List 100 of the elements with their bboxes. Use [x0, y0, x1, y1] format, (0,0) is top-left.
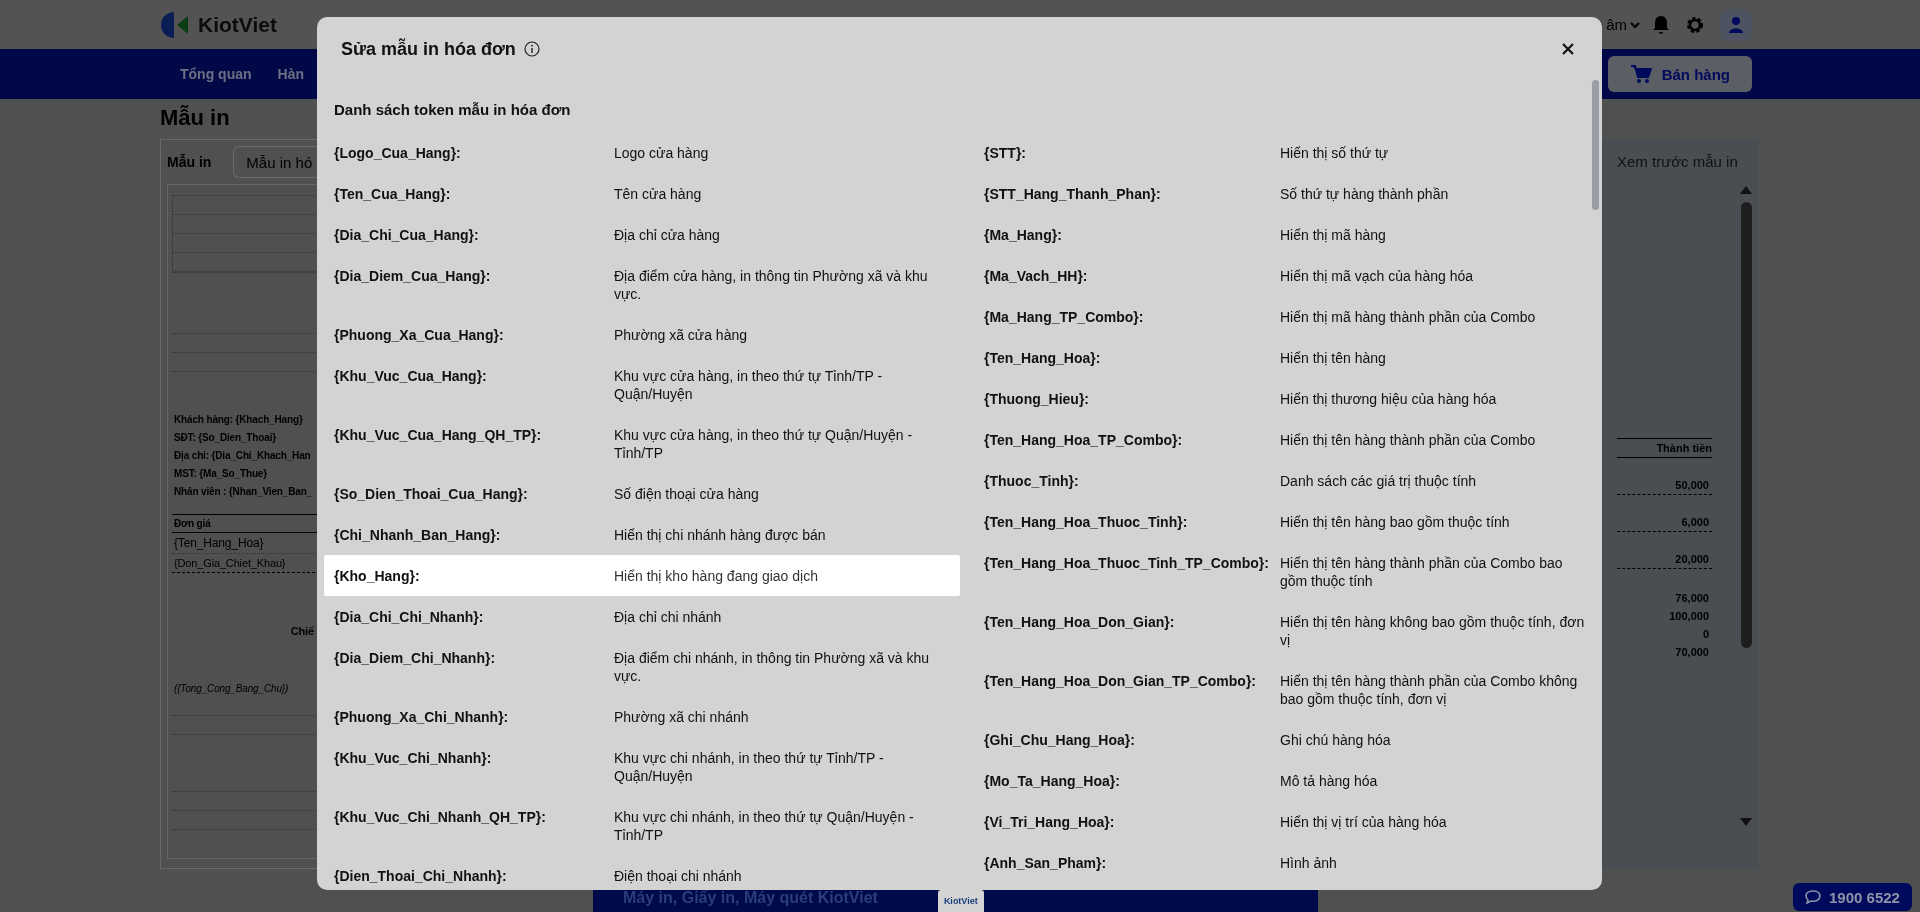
token-row[interactable]: {Ten_Hang_Hoa_Don_Gian}: Hiển thị tên hàng không bao gồm thuộc tính, đơn vị — [974, 601, 1602, 660]
token-row[interactable]: {Phuong_Xa_Cua_Hang}: Phường xã cửa hàng — [324, 314, 960, 355]
token-name: {Dia_Diem_Chi_Nhanh}: — [334, 648, 497, 668]
token-row[interactable]: {Khu_Vuc_Chi_Nhanh_QH_TP}: Khu vực chi nhánh, in theo thứ tự Quận/Huyện - Tỉnh/TP — [324, 796, 960, 855]
token-description: Địa điểm chi nhánh, in thông tin Phường xã và khu vực. — [614, 648, 931, 685]
token-name: {Dia_Diem_Cua_Hang}: — [334, 266, 492, 286]
receipt-line: Đơn giá — [174, 518, 211, 529]
close-icon[interactable] — [1562, 43, 1574, 55]
scroll-up-icon[interactable] — [1740, 186, 1752, 194]
amount-text: 0 — [1702, 628, 1709, 640]
token-row[interactable]: {Ten_Cua_Hang}: Tên cửa hàng — [324, 173, 960, 214]
token-row[interactable]: {Ten_Hang_Hoa_Don_Gian_TP_Combo}: Hiển thị tên hàng thành phần của Combo không bao gồm thuộc tính, đơn vị — [974, 660, 1602, 719]
token-description: Số điện thoại cửa hàng — [614, 484, 760, 503]
logo-icon — [160, 9, 190, 40]
token-name: {Phuong_Xa_Chi_Nhanh}: — [334, 707, 510, 726]
receipt-line: Nhân viên : {Nhan_Vien_Ban_ — [174, 485, 313, 497]
token-description: Tên cửa hàng — [614, 184, 703, 203]
token-row[interactable]: {Ten_Hang_Hoa}: Hiển thị tên hàng — [974, 337, 1602, 378]
banner-logo: KiotViet — [937, 890, 984, 912]
page-title: Mẫu in — [160, 105, 231, 131]
receipt-line: Địa chỉ: {Dia_Chi_Khach_Han — [174, 449, 311, 461]
token-row[interactable]: {Khu_Vuc_Chi_Nhanh}: Khu vực chi nhánh, in theo thứ tự Tỉnh/TP - Quận/Huyện — [324, 737, 960, 796]
token-row[interactable]: {Dia_Chi_Cua_Hang}: Địa chỉ cửa hàng — [324, 214, 960, 255]
preview-title: Xem trước mẫu in — [1617, 153, 1739, 170]
user-icon — [1729, 16, 1743, 33]
token-description: Địa chỉ chi nhánh — [614, 607, 723, 626]
token-description: Danh sách các giá trị thuộc tính — [1280, 471, 1478, 490]
token-description: Hình ảnh — [1280, 853, 1338, 872]
avatar-button[interactable] — [1720, 8, 1752, 41]
token-name: {Ghi_Chu_Hang_Hoa}: — [984, 730, 1136, 749]
token-row[interactable]: {Dia_Diem_Chi_Nhanh}: Địa điểm chi nhánh, in thông tin Phường xã và khu vực. — [324, 637, 960, 696]
token-description: Hiển thị tên hàng thành phần của Combo — [1280, 430, 1537, 449]
scrollbar-thumb[interactable] — [1592, 80, 1599, 210]
receipt-line: {Don_Gia_Chiet_Khau} — [174, 557, 286, 569]
token-name: {Ten_Hang_Hoa_Thuoc_Tinh}: — [984, 512, 1189, 531]
chevron-down-icon — [1630, 20, 1640, 29]
token-row[interactable]: {Ten_Hang_Hoa_TP_Combo}: Hiển thị tên hàng thành phần của Combo — [974, 419, 1602, 460]
token-description: Số thứ tự hàng thành phần — [1280, 184, 1450, 203]
token-row[interactable]: {Chi_Nhanh_Ban_Hang}: Hiển thị chi nhánh hàng được bán — [324, 514, 960, 555]
nav-item[interactable]: Tổng quan — [180, 66, 252, 82]
token-row[interactable]: {Ma_Hang}: Hiển thị mã hàng — [974, 214, 1602, 255]
token-description: Hiển thị thương hiệu của hàng hóa — [1280, 389, 1498, 408]
token-row[interactable]: {Khu_Vuc_Cua_Hang}: Khu vực cửa hàng, in theo thứ tự Tỉnh/TP - Quận/Huyện — [324, 355, 960, 414]
token-name: {STT_Hang_Thanh_Phan}: — [984, 184, 1162, 203]
token-name: {So_Dien_Thoai_Cua_Hang}: — [334, 484, 529, 503]
token-row[interactable]: {Ten_Hang_Hoa_Thuoc_Tinh_TP_Combo}: Hiển thị tên hàng thành phần của Combo bao gồm thuộc tính — [974, 542, 1602, 601]
token-description: Ghi chú hàng hóa — [1280, 730, 1392, 749]
bell-icon[interactable] — [1652, 14, 1670, 35]
token-description: Phường xã cửa hàng — [614, 325, 748, 344]
token-row[interactable]: {Dia_Diem_Cua_Hang}: Địa điểm cửa hàng, in thông tin Phường xã và khu vực. — [324, 255, 960, 314]
token-row[interactable]: {Khu_Vuc_Cua_Hang_QH_TP}: Khu vực cửa hàng, in theo thứ tự Quận/Huyện - Tỉnh/TP — [324, 414, 960, 473]
token-description: Hiển thị vị trí của hàng hóa — [1280, 812, 1448, 831]
token-description: Khu vực chi nhánh, in theo thứ tự Tỉnh/TP - Quận/Huyện — [614, 748, 885, 785]
amount-text: 50,000 — [1675, 479, 1709, 491]
nav-item[interactable]: Hàn — [277, 66, 304, 82]
token-description: Mô tả hàng hóa — [1280, 771, 1379, 790]
token-name: {Khu_Vuc_Chi_Nhanh_QH_TP}: — [334, 807, 547, 827]
token-name: {Mo_Ta_Hang_Hoa}: — [984, 771, 1121, 790]
token-row[interactable]: {STT}: Hiển thị số thứ tự — [974, 132, 1602, 173]
token-row[interactable]: {Ten_Hang_Hoa_Thuoc_Tinh}: Hiển thị tên hàng bao gồm thuộc tính — [974, 501, 1602, 542]
token-row[interactable]: {Phuong_Xa_Chi_Nhanh}: Phường xã chi nhánh — [324, 696, 960, 737]
token-name: {Kho_Hang}: — [334, 566, 421, 585]
hotline-button[interactable]: 1900 6522 — [1793, 883, 1912, 911]
token-row[interactable]: {Kho_Hang}: Hiển thị kho hàng đang giao dịch — [324, 555, 960, 596]
token-row[interactable]: {Ma_Hang_TP_Combo}: Hiển thị mã hàng thành phần của Combo — [974, 296, 1602, 337]
token-row[interactable]: {Vi_Tri_Hang_Hoa}: Hiển thị vị trí của hàng hóa — [974, 801, 1602, 842]
receipt-line: SĐT: {So_Dien_Thoai} — [174, 431, 277, 443]
token-description: Khu vực cửa hàng, in theo thứ tự Quận/Huyện - Tỉnh/TP — [614, 425, 914, 462]
token-row[interactable]: {So_Dien_Thoai_Cua_Hang}: Số điện thoại cửa hàng — [324, 473, 960, 514]
token-row[interactable]: {Thuoc_Tinh}: Danh sách các giá trị thuộc tính — [974, 460, 1602, 501]
scrollbar-thumb[interactable] — [1740, 202, 1752, 648]
settings-icon[interactable] — [1686, 15, 1704, 34]
token-name: {Ten_Hang_Hoa}: — [984, 348, 1102, 367]
token-description: Khu vực cửa hàng, in theo thứ tự Tỉnh/TP - Quận/Huyện — [614, 366, 884, 403]
token-row[interactable]: {Mo_Ta_Hang_Hoa}: Mô tả hàng hóa — [974, 760, 1602, 801]
amount-text: 6,000 — [1681, 516, 1709, 528]
token-name: {Khu_Vuc_Cua_Hang}: — [334, 366, 488, 386]
token-row[interactable]: {Ma_Vach_HH}: Hiển thị mã vạch của hàng hóa — [974, 255, 1602, 296]
token-row[interactable]: {Thuong_Hieu}: Hiển thị thương hiệu của hàng hóa — [974, 378, 1602, 419]
token-row[interactable]: {STT_Hang_Thanh_Phan}: Số thứ tự hàng thành phần — [974, 173, 1602, 214]
token-description: Địa điểm cửa hàng, in thông tin Phường xã và khu vực. — [614, 266, 929, 303]
token-description: Hiển thị tên hàng thành phần của Combo không bao gồm thuộc tính, đơn vị — [1280, 671, 1579, 708]
token-description: Hiển thị tên hàng không bao gồm thuộc tính, đơn vị — [1280, 612, 1586, 649]
info-icon[interactable] — [523, 41, 540, 57]
token-row[interactable]: {Dia_Chi_Chi_Nhanh}: Địa chỉ chi nhánh — [324, 596, 960, 637]
column-header: Thành tiền — [1656, 442, 1712, 454]
token-description: Hiển thị kho hàng đang giao dịch — [614, 566, 819, 585]
token-description: Hiển thị mã hàng thành phần của Combo — [1280, 307, 1537, 326]
token-description: Hiển thị tên hàng thành phần của Combo bao gồm thuộc tính — [1280, 553, 1564, 590]
token-name: {Logo_Cua_Hang}: — [334, 143, 462, 162]
scroll-down-icon[interactable] — [1740, 818, 1752, 826]
dialog-title: Sửa mẫu in hóa đơn — [341, 38, 516, 60]
token-description: Khu vực chi nhánh, in theo thứ tự Quận/Huyện - Tỉnh/TP — [614, 807, 915, 844]
token-name: {Ten_Hang_Hoa_Don_Gian}: — [984, 612, 1176, 632]
token-row[interactable]: {Ghi_Chu_Hang_Hoa}: Ghi chú hàng hóa — [974, 719, 1602, 760]
token-row[interactable]: {Anh_San_Pham}: Hình ảnh — [974, 842, 1602, 883]
token-name: {STT}: — [984, 143, 1027, 162]
token-name: {Ten_Hang_Hoa_TP_Combo}: — [984, 430, 1184, 449]
token-row[interactable]: {Logo_Cua_Hang}: Logo cửa hàng — [324, 132, 960, 173]
chat-icon — [1805, 890, 1821, 904]
